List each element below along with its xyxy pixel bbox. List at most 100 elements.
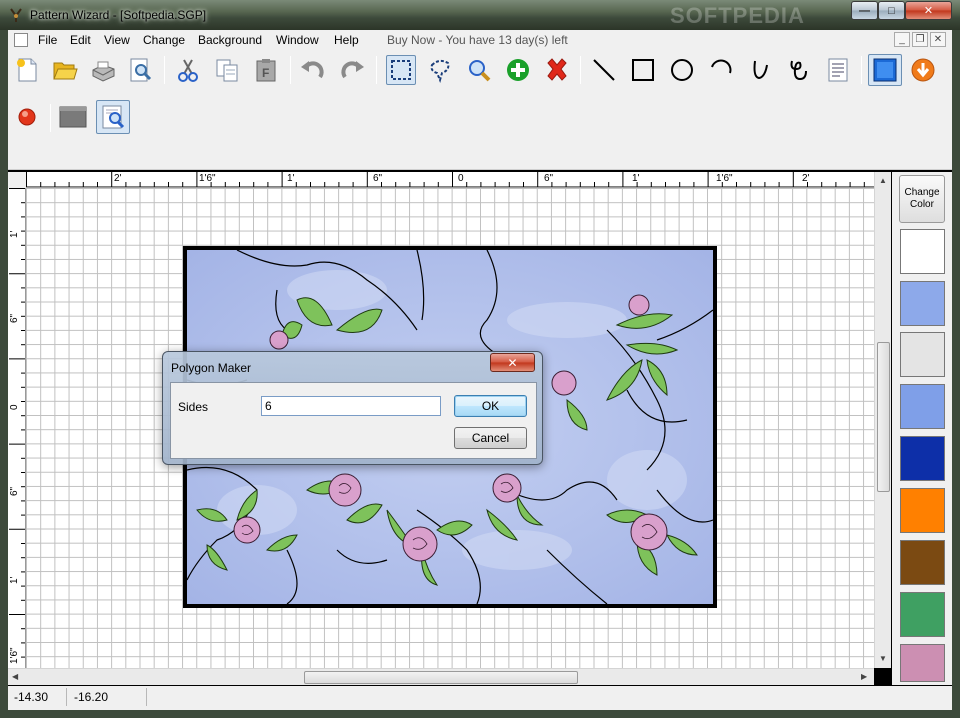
swatch-green[interactable] — [900, 592, 945, 637]
rect-select-icon[interactable] — [386, 55, 416, 85]
watermark: SOFTPEDIA — [670, 3, 805, 28]
ruler-label: 6" — [373, 173, 383, 184]
mdi-close-button[interactable]: ✕ — [930, 32, 946, 47]
swatch-periwinkle[interactable] — [900, 384, 945, 429]
ok-button[interactable]: OK — [454, 395, 527, 417]
scroll-up-icon[interactable]: ▲ — [879, 176, 887, 185]
change-color-button[interactable]: Change Color — [899, 175, 945, 223]
polygon-maker-dialog: Polygon Maker ✕ Sides OK Cancel — [162, 351, 543, 465]
ruler-label: 1'6" — [199, 173, 216, 184]
ruler-corner — [8, 172, 26, 188]
swatch-light-gray[interactable] — [900, 332, 945, 377]
toolbar-separator — [164, 56, 165, 84]
ruler-label: 1'6" — [9, 647, 20, 664]
close-button[interactable]: ✕ — [905, 1, 952, 20]
status-bar: -14.30 -16.20 — [0, 686, 960, 718]
delete-icon[interactable] — [542, 55, 572, 85]
glass-icon[interactable] — [868, 54, 902, 86]
open-icon[interactable] — [50, 55, 80, 85]
ruler-label: 2' — [114, 173, 122, 184]
mdi-restore-button[interactable]: ❐ — [912, 32, 928, 47]
dialog-body: Sides OK Cancel — [170, 382, 537, 459]
toolbar-separator — [50, 104, 51, 132]
minimize-button[interactable]: — — [851, 1, 878, 20]
toolbar-separator — [861, 56, 862, 84]
sides-input[interactable] — [261, 396, 441, 416]
ruler-label: 2' — [802, 173, 810, 184]
ruler-label: 6" — [544, 173, 554, 184]
svg-text:F: F — [262, 66, 269, 80]
color-palette: Change Color — [892, 172, 952, 685]
status-y-coordinate: -16.20 — [74, 690, 109, 704]
background-icon[interactable] — [58, 102, 88, 132]
maximize-button[interactable]: □ — [878, 1, 905, 20]
mdi-minimize-button[interactable]: _ — [894, 32, 910, 47]
download-icon[interactable] — [908, 55, 938, 85]
menu-file[interactable]: File — [38, 33, 57, 47]
horizontal-scrollbar[interactable]: ◀ ▶ — [8, 668, 874, 685]
menu-change[interactable]: Change — [143, 33, 185, 47]
swatch-cobalt[interactable] — [900, 436, 945, 481]
copy-icon[interactable] — [212, 55, 242, 85]
ruler-label: 6" — [9, 313, 20, 323]
menu-bar: File Edit View Change Background Window … — [0, 30, 960, 50]
dialog-title: Polygon Maker — [171, 361, 252, 375]
redo-icon[interactable] — [337, 55, 367, 85]
swatch-white[interactable] — [900, 229, 945, 274]
menu-window[interactable]: Window — [276, 33, 319, 47]
print-preview-icon[interactable] — [125, 55, 155, 85]
zoom-window-icon[interactable] — [96, 100, 130, 134]
menu-view[interactable]: View — [104, 33, 130, 47]
cancel-button[interactable]: Cancel — [454, 427, 527, 449]
dialog-close-button[interactable]: ✕ — [490, 353, 535, 372]
window-frame-left — [0, 50, 8, 686]
scroll-down-icon[interactable]: ▼ — [879, 654, 887, 663]
new-icon[interactable] — [12, 55, 42, 85]
horizontal-ruler: 2' 1'6" 1' 6" 0 6" 1' 1'6" 2' — [26, 172, 874, 188]
record-icon[interactable] — [12, 102, 42, 132]
vertical-ruler: 1' 6" 0 6" 1' 1'6" — [8, 188, 26, 668]
scroll-left-icon[interactable]: ◀ — [12, 672, 18, 681]
circle-icon[interactable] — [667, 55, 697, 85]
menu-edit[interactable]: Edit — [70, 33, 91, 47]
document-icon[interactable] — [14, 33, 28, 47]
toolbar-separator — [580, 56, 581, 84]
status-divider — [66, 688, 67, 706]
swatch-light-blue[interactable] — [900, 281, 945, 326]
zoom-icon[interactable] — [464, 55, 494, 85]
menu-buy-now[interactable]: Buy Now - You have 13 day(s) left — [387, 33, 568, 47]
toolbar-separator — [290, 56, 291, 84]
status-x-coordinate: -14.30 — [14, 690, 49, 704]
title-bar: Pattern Wizard - [Softpedia.SGP] SOFTPED… — [0, 0, 960, 30]
swatch-pink[interactable] — [900, 644, 945, 682]
rectangle-icon[interactable] — [628, 55, 658, 85]
app-icon — [8, 7, 24, 23]
arc-icon[interactable] — [706, 55, 736, 85]
ruler-label: 1' — [632, 173, 640, 184]
menu-help[interactable]: Help — [334, 33, 359, 47]
ruler-label: 1' — [9, 576, 20, 584]
cut-icon[interactable] — [173, 55, 203, 85]
window-frame-right — [952, 50, 960, 686]
paste-icon[interactable]: F — [251, 55, 281, 85]
curve-icon[interactable] — [745, 55, 775, 85]
change-color-label: Color — [910, 199, 934, 210]
swatch-brown[interactable] — [900, 540, 945, 585]
text-icon[interactable] — [823, 55, 853, 85]
swatch-orange[interactable] — [900, 488, 945, 533]
freehand-icon[interactable] — [784, 55, 814, 85]
line-icon[interactable] — [589, 55, 619, 85]
lasso-select-icon[interactable] — [425, 55, 455, 85]
menu-background[interactable]: Background — [198, 33, 262, 47]
ruler-label: 0 — [9, 404, 20, 410]
horizontal-scroll-thumb[interactable] — [304, 671, 578, 684]
vertical-scroll-thumb[interactable] — [877, 342, 890, 492]
add-icon[interactable] — [503, 55, 533, 85]
toolbar-separator — [376, 56, 377, 84]
scroll-right-icon[interactable]: ▶ — [861, 672, 867, 681]
status-divider — [146, 688, 147, 706]
undo-icon[interactable] — [298, 55, 328, 85]
vertical-scrollbar[interactable]: ▲ ▼ — [874, 172, 891, 668]
scanner-icon[interactable] — [88, 55, 118, 85]
ruler-label: 0 — [458, 173, 464, 184]
